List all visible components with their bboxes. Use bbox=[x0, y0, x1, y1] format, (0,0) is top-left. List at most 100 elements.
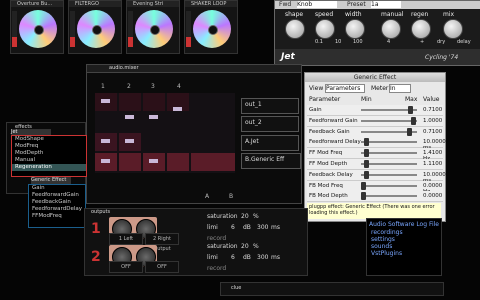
matrix-node[interactable] bbox=[101, 159, 110, 163]
slider-thumb[interactable] bbox=[407, 106, 413, 114]
view-label: View bbox=[309, 85, 324, 92]
row-label-out2[interactable]: out_2 bbox=[241, 116, 299, 132]
param-name: Feedback Gain bbox=[309, 128, 350, 135]
param-row: FB Mod Freq0.0000 Hz bbox=[307, 180, 443, 195]
plugin-toolbar: Fwd Knob Preset 1a bbox=[275, 1, 480, 9]
list-item[interactable]: Regeneration bbox=[12, 164, 86, 171]
meter-select[interactable]: In bbox=[389, 84, 411, 93]
list-item[interactable]: FeedforwardDelay bbox=[29, 206, 85, 213]
list-item[interactable]: Manual bbox=[12, 157, 86, 164]
left-output-label[interactable]: OFF bbox=[109, 261, 143, 273]
param-slider[interactable] bbox=[361, 119, 417, 122]
saturation-unit: % bbox=[253, 243, 259, 250]
deck-1[interactable]: Overture Bu... bbox=[10, 0, 64, 54]
param-name: Feedforward Delay bbox=[309, 139, 361, 146]
folder-item[interactable]: recordings bbox=[367, 229, 441, 236]
param-slider[interactable] bbox=[361, 184, 417, 187]
slider-thumb[interactable] bbox=[361, 192, 366, 201]
limiter-db-value[interactable]: 6 bbox=[231, 224, 235, 231]
matrix-node[interactable] bbox=[125, 115, 134, 119]
limiter-ms-value[interactable]: 300 bbox=[257, 254, 268, 261]
saturation-unit: % bbox=[253, 213, 259, 220]
right-output-label[interactable]: 2 Right Output bbox=[145, 233, 179, 252]
manual-knob[interactable] bbox=[381, 19, 401, 39]
slider-thumb[interactable] bbox=[364, 149, 370, 158]
effect-select[interactable]: Generic Effect bbox=[31, 177, 71, 184]
left-output-label[interactable]: 1 Left Output bbox=[109, 233, 143, 252]
matrix-node[interactable] bbox=[101, 99, 110, 103]
row-label-bgeneric[interactable]: B.Generic Eff bbox=[241, 153, 301, 169]
folder-item[interactable]: sounds bbox=[367, 243, 441, 250]
knob-label-manual: manual bbox=[381, 11, 404, 18]
deck-3[interactable]: Evening Stri bbox=[126, 0, 180, 54]
speed-knob[interactable] bbox=[315, 19, 335, 39]
list-item[interactable]: FeedbackGain bbox=[29, 199, 85, 206]
list-item[interactable]: ModFreq bbox=[12, 143, 86, 150]
shape-knob[interactable] bbox=[285, 19, 305, 39]
list-item[interactable]: Gain bbox=[29, 185, 85, 192]
param-slider[interactable] bbox=[361, 173, 417, 176]
jet-plugin-window: Fwd Knob Preset 1a shape speed width man… bbox=[274, 0, 480, 66]
list-item[interactable]: ModDepth bbox=[12, 150, 86, 157]
param-slider[interactable] bbox=[361, 195, 417, 198]
limiter-db-value[interactable]: 6 bbox=[231, 254, 235, 261]
row-label-ajet[interactable]: A.Jet bbox=[241, 135, 299, 151]
deck-2[interactable]: FILTERGO bbox=[68, 0, 122, 54]
disc-icon[interactable] bbox=[135, 10, 173, 48]
preset2-select[interactable]: 1a bbox=[371, 1, 401, 8]
list-item[interactable]: FFModFreq bbox=[29, 213, 85, 220]
disc-icon[interactable] bbox=[193, 10, 231, 48]
deck-title: Overture Bu... bbox=[11, 1, 63, 7]
param-slider[interactable] bbox=[361, 163, 417, 165]
record-label[interactable]: record bbox=[207, 235, 226, 242]
deck-level-meter bbox=[186, 11, 191, 47]
slider-thumb[interactable] bbox=[363, 170, 369, 179]
disc-icon[interactable] bbox=[19, 10, 57, 48]
param-row: Feedback Gain 0.7100 bbox=[307, 126, 443, 138]
param-row: FF Mod Freq1.4100 Hz bbox=[307, 148, 443, 162]
slider-thumb[interactable] bbox=[361, 181, 366, 190]
matrix-grid[interactable] bbox=[95, 93, 235, 173]
row-label-out1[interactable]: out_1 bbox=[241, 98, 299, 114]
folder-item[interactable]: VstPlugins bbox=[367, 250, 441, 257]
param-row: Feedforward Delay10.0000 ms bbox=[307, 137, 446, 151]
param-value[interactable]: 0.0000 bbox=[423, 193, 442, 199]
folder-item[interactable]: settings bbox=[367, 236, 441, 243]
matrix-node[interactable] bbox=[101, 139, 110, 143]
view-select[interactable]: Parameters bbox=[325, 84, 365, 93]
matrix-node[interactable] bbox=[149, 115, 158, 119]
list-item[interactable]: FeedforwardGain bbox=[29, 192, 85, 199]
slider-thumb[interactable] bbox=[364, 160, 370, 168]
param-slider[interactable] bbox=[361, 152, 417, 155]
param-value[interactable]: 0.7100 bbox=[423, 107, 442, 113]
column-header: Value bbox=[423, 96, 440, 103]
param-value[interactable]: 0.7100 bbox=[423, 129, 442, 135]
mix-knob[interactable] bbox=[443, 19, 463, 39]
regen-knob[interactable] bbox=[411, 19, 431, 39]
matrix-node[interactable] bbox=[125, 139, 134, 143]
slider-thumb[interactable] bbox=[406, 127, 412, 136]
right-output-label[interactable]: OFF bbox=[145, 261, 179, 273]
disc-icon[interactable] bbox=[77, 10, 115, 48]
preset-select[interactable]: Knob bbox=[297, 1, 337, 8]
width-knob[interactable] bbox=[345, 19, 365, 39]
param-value[interactable]: 1.1100 bbox=[423, 161, 442, 167]
window-title: clue bbox=[231, 285, 242, 291]
saturation-value[interactable]: 20 bbox=[241, 213, 249, 220]
record-label[interactable]: record bbox=[207, 265, 226, 272]
param-name: FF Mod Freq bbox=[309, 150, 343, 157]
generic-effect-window: Generic Effect View Parameters Meter In … bbox=[304, 72, 446, 222]
matrix-node[interactable] bbox=[173, 107, 182, 111]
knob-label-width: width bbox=[345, 11, 362, 18]
saturation-value[interactable]: 20 bbox=[241, 243, 249, 250]
matrix-node[interactable] bbox=[149, 159, 158, 163]
slider-thumb[interactable] bbox=[410, 116, 416, 125]
limiter-ms-value[interactable]: 300 bbox=[257, 224, 268, 231]
list-item[interactable]: ModShape bbox=[12, 136, 86, 143]
scale-delay: delay bbox=[457, 39, 471, 45]
deck-4[interactable]: SHAKER LOOP bbox=[184, 0, 238, 54]
slider-thumb[interactable] bbox=[363, 138, 369, 147]
collapsed-window[interactable]: clue bbox=[220, 282, 444, 296]
param-value[interactable]: 1.0000 bbox=[423, 118, 442, 124]
param-slider[interactable] bbox=[361, 141, 417, 144]
